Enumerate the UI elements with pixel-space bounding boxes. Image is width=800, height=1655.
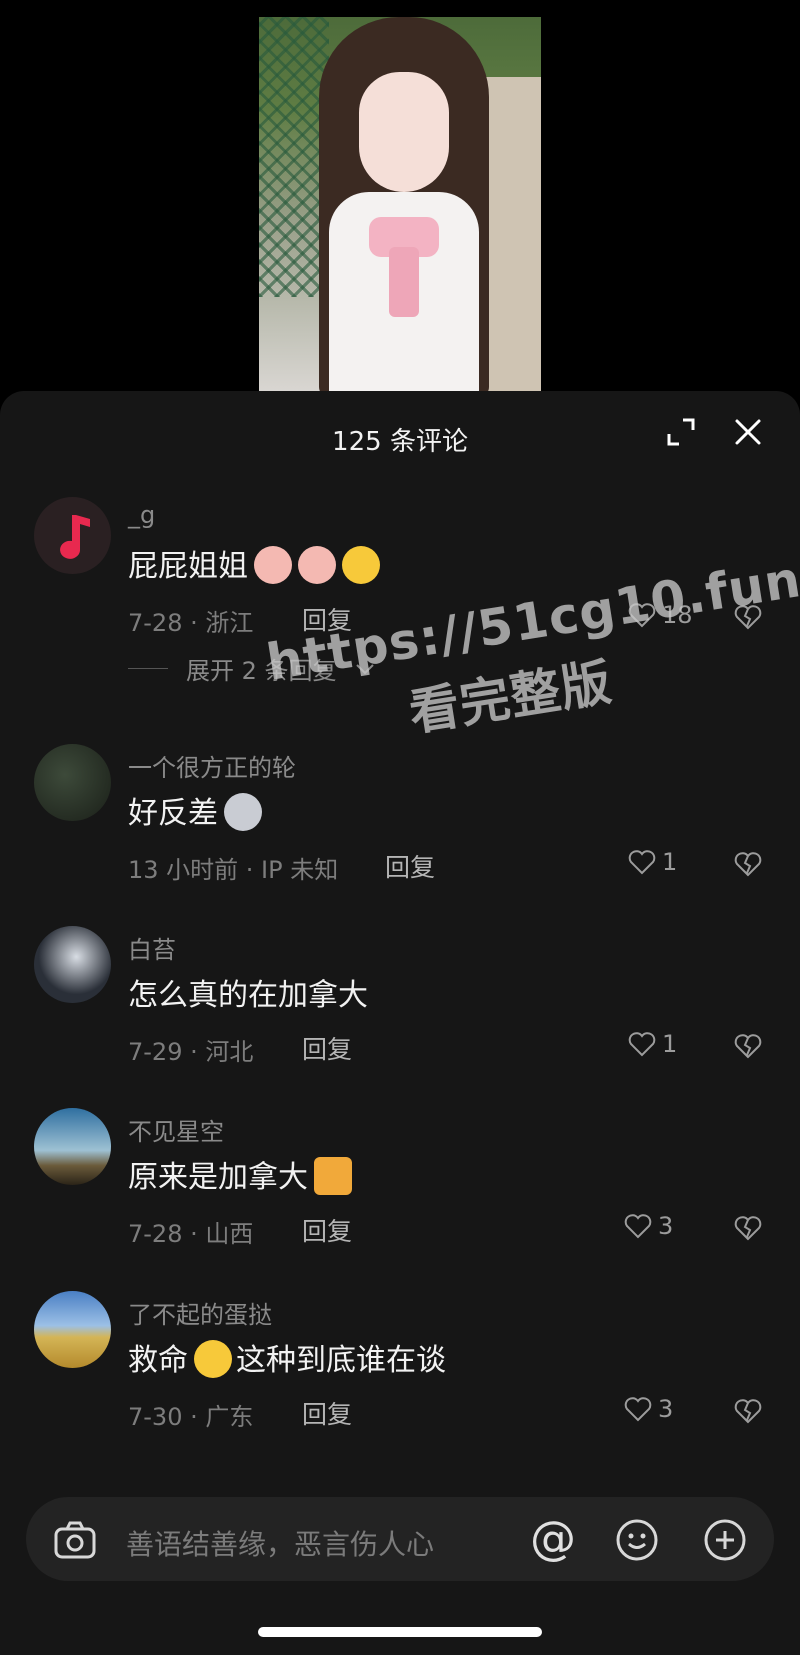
video-path xyxy=(481,77,541,391)
like-count: 3 xyxy=(658,1212,674,1240)
commenter-name[interactable]: _g xyxy=(128,501,155,529)
comment-input-bar[interactable]: 善语结善缘，恶言伤人心 @ xyxy=(26,1497,774,1581)
heart-icon xyxy=(624,1214,652,1239)
heart-icon xyxy=(628,850,656,875)
like-button[interactable]: 1 xyxy=(628,1030,677,1058)
like-button[interactable]: 3 xyxy=(624,1395,673,1423)
heart-icon xyxy=(624,1397,652,1422)
broken-heart-icon[interactable] xyxy=(734,850,762,878)
comment-meta: 7-28 · 山西 xyxy=(128,1220,254,1248)
love-emoji-icon xyxy=(342,546,380,584)
like-count: 1 xyxy=(662,1030,678,1058)
cat-emoji-icon xyxy=(314,1157,352,1195)
comment-text-content: 原来是加拿大 xyxy=(128,1160,308,1195)
heart-icon xyxy=(628,1032,656,1057)
pig-emoji-icon xyxy=(298,546,336,584)
husky-emoji-icon xyxy=(224,793,262,831)
reply-button[interactable]: 回复 xyxy=(302,1030,352,1066)
comment-text: 好反差 xyxy=(128,788,262,832)
comment-input[interactable]: 善语结善缘，恶言伤人心 xyxy=(126,1523,434,1563)
comment-text-content: 好反差 xyxy=(128,796,218,831)
music-note-icon xyxy=(60,515,90,559)
like-count: 3 xyxy=(658,1395,674,1423)
broken-heart-icon[interactable] xyxy=(734,1214,762,1242)
comment-text: 屁屁姐姐 xyxy=(128,541,380,585)
divider xyxy=(128,668,168,669)
commenter-name[interactable]: 白苔 xyxy=(128,930,176,965)
avatar[interactable] xyxy=(34,1108,111,1185)
home-indicator[interactable] xyxy=(258,1627,542,1637)
avatar[interactable] xyxy=(34,744,111,821)
camera-icon[interactable] xyxy=(52,1517,98,1563)
comment-text: 原来是加拿大 xyxy=(128,1152,352,1196)
pig-emoji-icon xyxy=(254,546,292,584)
reply-button[interactable]: 回复 xyxy=(302,1395,352,1431)
comment-text: 救命 这种到底谁在谈 xyxy=(128,1335,446,1379)
commenter-name[interactable]: 不见星空 xyxy=(128,1112,224,1147)
broken-heart-icon[interactable] xyxy=(734,1397,762,1425)
comment-text-content-continued: 这种到底谁在谈 xyxy=(236,1343,446,1378)
comment-meta: 7-28 · 浙江 xyxy=(128,609,254,637)
commenter-name[interactable]: 了不起的蛋挞 xyxy=(128,1295,272,1330)
reply-button[interactable]: 回复 xyxy=(385,848,435,884)
comment-text-content: 救命 xyxy=(128,1343,188,1378)
comment-text: 怎么真的在加拿大 xyxy=(128,978,368,1013)
reply-button[interactable]: 回复 xyxy=(302,1212,352,1248)
video-person-bow-tail xyxy=(389,247,419,317)
comment-meta: 13 小时前 · IP 未知 xyxy=(128,856,339,884)
crying-emoji-icon xyxy=(194,1340,232,1378)
like-button[interactable]: 3 xyxy=(624,1212,673,1240)
comment-meta: 7-30 · 广东 xyxy=(128,1403,254,1431)
avatar[interactable] xyxy=(34,926,111,1003)
fullscreen-icon[interactable] xyxy=(666,417,696,447)
like-count: 1 xyxy=(662,848,678,876)
plus-icon[interactable] xyxy=(702,1517,748,1563)
mention-button[interactable]: @ xyxy=(530,1511,576,1565)
video-preview[interactable] xyxy=(259,17,541,391)
avatar[interactable] xyxy=(34,1291,111,1368)
comment-text-content: 屁屁姐姐 xyxy=(128,549,248,584)
video-person-face xyxy=(359,72,449,192)
emoji-icon[interactable] xyxy=(614,1517,660,1563)
close-icon[interactable] xyxy=(733,417,763,447)
comment-meta: 7-29 · 河北 xyxy=(128,1038,254,1066)
avatar[interactable] xyxy=(34,497,111,574)
commenter-name[interactable]: 一个很方正的轮 xyxy=(128,748,296,783)
broken-heart-icon[interactable] xyxy=(734,1032,762,1060)
like-button[interactable]: 1 xyxy=(628,848,677,876)
